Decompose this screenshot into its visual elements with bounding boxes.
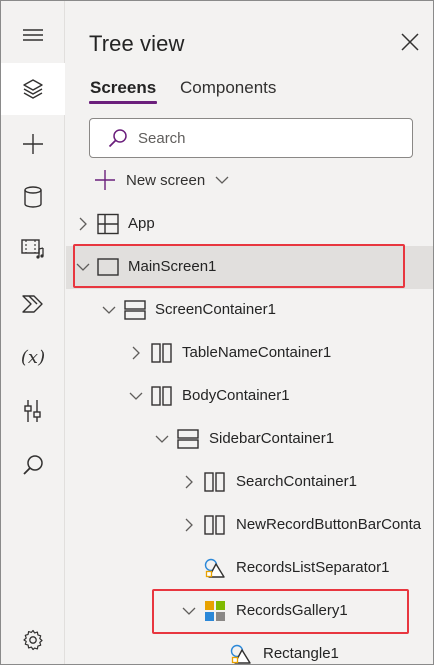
plus-icon <box>95 170 115 190</box>
chevron-right-icon[interactable] <box>76 217 90 231</box>
horizontal-container-icon <box>151 386 172 406</box>
shape-icon <box>230 644 251 664</box>
search-icon[interactable] <box>1 439 65 491</box>
power-automate-icon[interactable] <box>1 278 65 330</box>
tree-item-mainscreen1[interactable]: MainScreen1 <box>66 246 433 289</box>
tree-item-tablenamecontainer1[interactable]: TableNameContainer1 <box>66 332 433 375</box>
variables-glyph: (x) <box>20 346 46 368</box>
search-input[interactable]: Search <box>89 118 413 158</box>
new-screen-label: New screen <box>126 171 206 189</box>
gallery-icon <box>205 601 225 621</box>
tree-item-recordslistseparator1[interactable]: RecordsListSeparator1 <box>66 547 433 590</box>
panel-title: Tree view <box>89 31 185 56</box>
chevron-right-icon[interactable] <box>182 518 196 532</box>
tab-components[interactable]: Components <box>180 78 276 98</box>
search-placeholder: Search <box>138 130 186 147</box>
tree-item-label: NewRecordButtonBarConta <box>236 516 422 533</box>
tree-item-label: TableNameContainer1 <box>182 344 332 361</box>
close-icon[interactable] <box>400 32 420 52</box>
tree-item-newrecordbuttonbarcontainer[interactable]: NewRecordButtonBarConta <box>66 504 433 547</box>
tree-item-label: Rectangle1 <box>263 645 339 662</box>
insert-plus-icon[interactable] <box>1 118 65 170</box>
chevron-right-icon[interactable] <box>182 475 196 489</box>
tree-item-sidebarcontainer1[interactable]: SidebarContainer1 <box>66 418 433 461</box>
tree-item-label: MainScreen1 <box>128 258 217 275</box>
screen-icon <box>97 258 119 276</box>
tree-item-label: RecordsListSeparator1 <box>236 559 390 576</box>
shape-icon <box>204 558 225 578</box>
search-box-icon <box>108 129 127 148</box>
tree-item-label: App <box>128 215 155 232</box>
chevron-down-icon[interactable] <box>182 604 196 618</box>
tree-item-label: ScreenContainer1 <box>155 301 276 318</box>
left-rail: (x) <box>1 1 65 664</box>
chevron-down-icon[interactable] <box>155 432 169 446</box>
chevron-down-icon[interactable] <box>76 260 90 274</box>
tree-item-recordsgallery1[interactable]: RecordsGallery1 <box>66 590 433 633</box>
chevron-down-icon <box>215 176 229 184</box>
horizontal-container-icon <box>204 515 225 535</box>
chevron-right-icon[interactable] <box>129 346 143 360</box>
tree-item-label: RecordsGallery1 <box>236 602 348 619</box>
tree-item-bodycontainer1[interactable]: BodyContainer1 <box>66 375 433 418</box>
horizontal-container-icon <box>204 472 225 492</box>
tree-view-window: (x) Tree view Screens Components Search … <box>0 0 434 665</box>
media-icon[interactable] <box>1 223 65 275</box>
tree-view-panel: Tree view Screens Components Search New … <box>66 1 433 664</box>
selected-tab-indicator <box>89 101 157 104</box>
chevron-down-icon[interactable] <box>102 303 116 317</box>
tree-item-rectangle1[interactable]: Rectangle1 <box>66 633 433 664</box>
hamburger-menu-icon[interactable] <box>1 9 65 61</box>
data-cylinder-icon[interactable] <box>1 171 65 223</box>
tree-item-screencontainer1[interactable]: ScreenContainer1 <box>66 289 433 332</box>
settings-icon[interactable] <box>1 614 65 664</box>
new-screen-button[interactable]: New screen <box>94 168 229 192</box>
vertical-container-icon <box>124 300 146 320</box>
tree-item-label: BodyContainer1 <box>182 387 290 404</box>
tree-item-label: SearchContainer1 <box>236 473 357 490</box>
horizontal-container-icon <box>151 343 172 363</box>
advanced-tools-icon[interactable] <box>1 385 65 437</box>
tree-item-label: SidebarContainer1 <box>209 430 335 447</box>
variables-icon[interactable]: (x) <box>1 331 65 383</box>
app-icon <box>97 213 119 235</box>
tree-item-app[interactable]: App <box>66 203 433 246</box>
tab-screens[interactable]: Screens <box>90 78 156 98</box>
chevron-down-icon[interactable] <box>129 389 143 403</box>
layers-icon[interactable] <box>1 63 65 115</box>
tree-item-searchcontainer1[interactable]: SearchContainer1 <box>66 461 433 504</box>
vertical-container-icon <box>177 429 199 449</box>
